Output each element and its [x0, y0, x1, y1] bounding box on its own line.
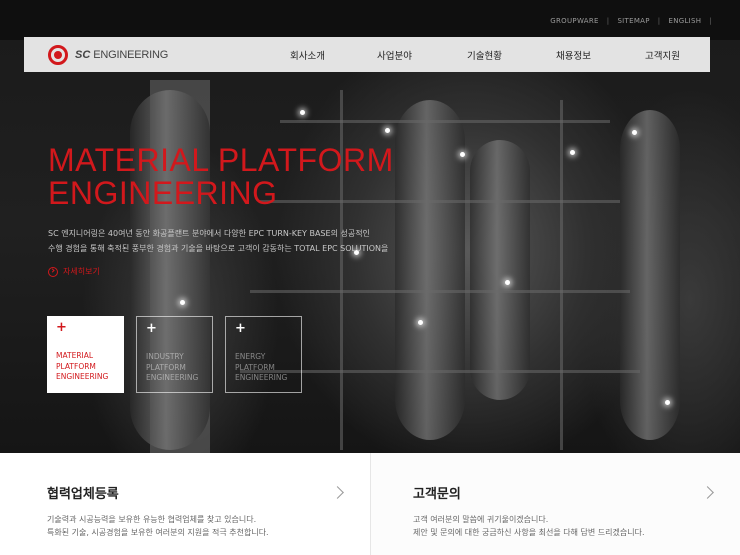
menu-company[interactable]: 회사소개 [290, 48, 325, 62]
panel-text: 기술력과 시공능력을 보유한 유능한 협력업체를 찾고 있습니다. [47, 515, 257, 524]
tile-label-line: ENERGY [235, 352, 266, 361]
plant-light [300, 110, 305, 115]
more-label: 자세히보기 [63, 267, 100, 276]
plant-light [385, 128, 390, 133]
tile-material[interactable]: + MATERIAL PLATFORM ENGINEERING [47, 316, 124, 393]
main-nav: SC ENGINEERING 회사소개 사업분야 기술현황 채용정보 고객지원 [24, 37, 710, 72]
plant-light [460, 152, 465, 157]
separator: | [709, 17, 712, 25]
more-link[interactable]: 자세히보기 [48, 266, 100, 277]
plus-icon: + [56, 320, 67, 335]
panel-title: 고객문의 [413, 487, 461, 502]
desc-line: 수행 경험을 통해 축적된 풍부한 경험과 기술을 바탕으로 고객이 감동하는 … [48, 244, 389, 253]
plant-light [505, 280, 510, 285]
panel-title: 협력업체등록 [47, 487, 119, 502]
plus-icon: + [146, 321, 157, 336]
bottom-panels: 협력업체등록 기술력과 시공능력을 보유한 유능한 협력업체를 찾고 있습니다.… [0, 453, 740, 555]
plant-light [570, 150, 575, 155]
tile-label: INDUSTRY PLATFORM ENGINEERING [146, 352, 203, 384]
plus-icon: + [235, 321, 246, 336]
tile-label-line: ENGINEERING [235, 373, 288, 382]
circle-arrow-icon [48, 266, 58, 277]
panel-text: 고객 여러분의 말씀에 귀기울이겠습니다. [413, 515, 549, 524]
tile-label: MATERIAL PLATFORM ENGINEERING [56, 351, 115, 383]
headline-line: ENGINEERING [48, 175, 278, 211]
plant-light [180, 300, 185, 305]
sitemap-link[interactable]: SITEMAP [609, 17, 657, 25]
hero-headline: MATERIAL PLATFORM ENGINEERING [48, 144, 394, 210]
plant-light [418, 320, 423, 325]
plant-tower [470, 140, 530, 400]
tile-industry[interactable]: + INDUSTRY PLATFORM ENGINEERING [136, 316, 213, 393]
panel-text: 제안 및 문의에 대한 궁금하신 사항을 최선을 다해 답변 드리겠습니다. [413, 528, 645, 537]
tile-label-line: ENGINEERING [56, 372, 109, 381]
plant-structure [250, 290, 630, 293]
plant-tower [620, 110, 680, 440]
menu-support[interactable]: 고객지원 [645, 48, 680, 62]
menu-business[interactable]: 사업분야 [377, 48, 412, 62]
tile-label-line: MATERIAL [56, 351, 94, 360]
headline-line: MATERIAL PLATFORM [48, 142, 394, 178]
tile-label-line: PLATFORM [235, 362, 275, 372]
plant-tower [395, 100, 465, 440]
panel-text: 특화된 기술, 시공경험을 보유한 여러분의 지원을 적극 추천합니다. [47, 528, 269, 537]
menu-technology[interactable]: 기술현황 [467, 48, 502, 62]
english-link[interactable]: ENGLISH [660, 17, 709, 25]
customer-inquiry-panel[interactable]: 고객문의 고객 여러분의 말씀에 귀기울이겠습니다. 제안 및 문의에 대한 궁… [370, 453, 740, 555]
utility-links: GROUPWARE | SITEMAP | ENGLISH | [542, 17, 712, 25]
partner-registration-panel[interactable]: 협력업체등록 기술력과 시공능력을 보유한 유능한 협력업체를 찾고 있습니다.… [0, 453, 370, 555]
plant-structure [560, 100, 563, 450]
tile-label: ENERGY PLATFORM ENGINEERING [235, 352, 292, 384]
hero-description: SC 엔지니어링은 40여년 동안 화공플랜트 분야에서 다양한 EPC TUR… [48, 226, 508, 256]
menu: 회사소개 사업분야 기술현황 채용정보 고객지원 [24, 37, 710, 72]
tile-label-line: INDUSTRY [146, 352, 184, 361]
menu-recruit[interactable]: 채용정보 [556, 48, 591, 62]
plant-light [632, 130, 637, 135]
tile-energy[interactable]: + ENERGY PLATFORM ENGINEERING [225, 316, 302, 393]
tile-label-line: PLATFORM [146, 362, 186, 372]
desc-line: SC 엔지니어링은 40여년 동안 화공플랜트 분야에서 다양한 EPC TUR… [48, 229, 370, 238]
tile-label-line: PLATFORM [56, 361, 96, 371]
tile-label-line: ENGINEERING [146, 373, 199, 382]
groupware-link[interactable]: GROUPWARE [542, 17, 606, 25]
plant-light [665, 400, 670, 405]
